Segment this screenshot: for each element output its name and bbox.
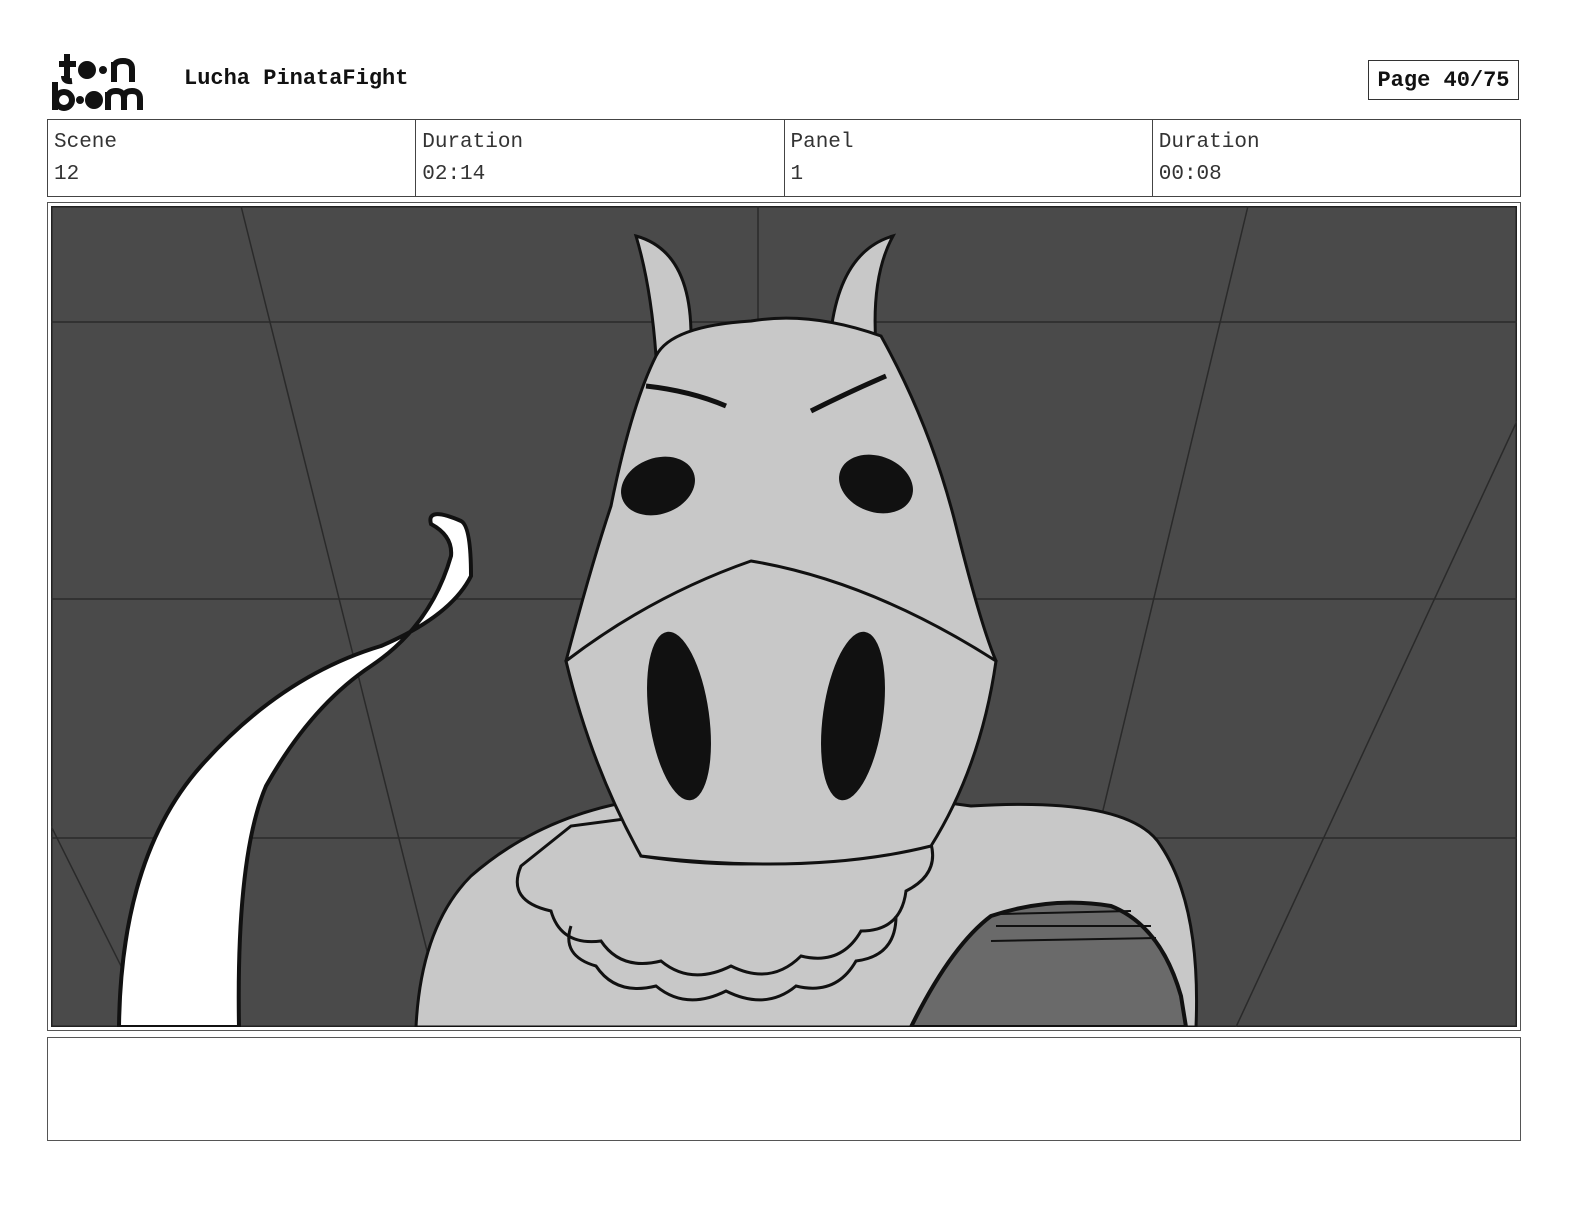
panel-duration-label: Duration	[1158, 131, 1260, 154]
project-title: Lucha PinataFight	[184, 66, 409, 91]
toon-boom-logo	[52, 52, 162, 112]
scene-cell: Scene 12	[48, 120, 415, 196]
panel-value: 1	[790, 163, 804, 186]
panel-sketch-image	[51, 206, 1517, 1027]
storyboard-panel	[47, 202, 1521, 1031]
scene-duration-cell: Duration 02:14	[415, 120, 783, 196]
scene-duration-value: 02:14	[422, 163, 486, 186]
panel-label: Panel	[790, 131, 854, 154]
panel-duration-value: 00:08	[1158, 163, 1222, 186]
page-number: Page 40/75	[1368, 60, 1519, 100]
panel-notes	[47, 1037, 1521, 1141]
scene-value: 12	[54, 163, 80, 186]
panel-cell: Panel 1	[783, 120, 1152, 196]
panel-duration-cell: Duration 00:08	[1151, 120, 1520, 196]
scene-label: Scene	[54, 131, 118, 154]
scene-info-table: Scene 12 Duration 02:14 Panel 1 Duration…	[47, 119, 1521, 197]
scene-duration-label: Duration	[422, 131, 524, 154]
